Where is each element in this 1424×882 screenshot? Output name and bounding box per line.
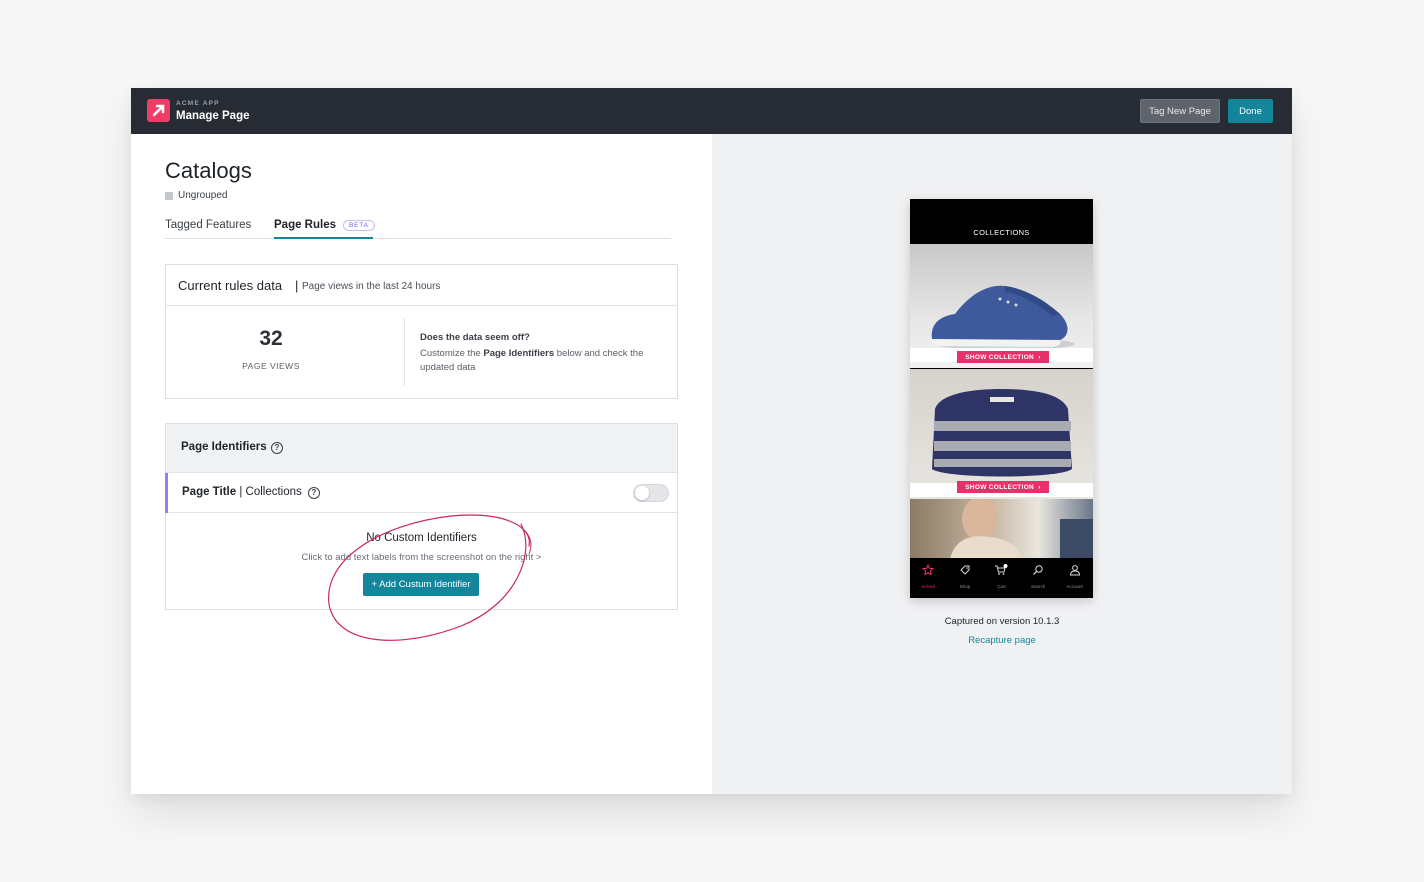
preview-tab-account[interactable]: Account: [1056, 558, 1093, 598]
done-button[interactable]: Done: [1228, 99, 1273, 123]
empty-state-subtitle: Click to add text labels from the screen…: [301, 552, 542, 563]
hint-text: Customize the Page Identifiers below and…: [420, 347, 650, 375]
page-views-value: 32: [259, 327, 283, 350]
rules-card-separator: |: [295, 278, 299, 293]
hint-text-pre: Customize the: [420, 348, 484, 359]
current-rules-card: Current rules data | Page views in the l…: [165, 264, 678, 399]
identifier-row-key: Page Title: [182, 486, 237, 498]
preview-tab-label: Search: [1030, 584, 1046, 589]
group-color-swatch: [165, 191, 173, 200]
identifier-toggle[interactable]: [633, 484, 669, 502]
preview-tab-cart[interactable]: Cart: [983, 558, 1020, 598]
preview-tab-search[interactable]: Search: [1020, 558, 1057, 598]
rules-card-title: Current rules data: [178, 278, 283, 293]
toggle-knob: [635, 486, 649, 500]
page-identifiers-card: Page Identifiers ? Page Title | Collecti…: [165, 423, 678, 610]
collection-tile-shoes[interactable]: SHOW COLLECTION ›: [910, 244, 1093, 368]
row-accent-bar: [165, 473, 168, 513]
collection-tile-apparel[interactable]: [910, 499, 1093, 559]
identifiers-header: Page Identifiers ?: [166, 424, 677, 473]
preview-header-title[interactable]: COLLECTIONS: [910, 228, 1093, 237]
preview-header: COLLECTIONS: [910, 199, 1093, 244]
preview-tab-label: Account: [1066, 584, 1083, 589]
group-label[interactable]: Ungrouped: [165, 190, 227, 201]
preview-tab-shop[interactable]: Shop: [947, 558, 984, 598]
app-title: Manage Page: [176, 110, 250, 122]
app-screenshot-preview[interactable]: COLLECTIONS SHOW COLLECTION › SHOW COLLE…: [910, 199, 1093, 598]
app-eyebrow: ACME APP: [176, 100, 220, 107]
show-collection-button[interactable]: SHOW COLLECTION ›: [957, 481, 1049, 493]
sweater-image: [932, 389, 1072, 477]
preview-tab-label: Cart: [997, 584, 1006, 589]
identifier-row-value: Collections: [245, 486, 302, 498]
preview-tab-label: Shop: [959, 584, 971, 589]
identifier-row-page-title: Page Title | Collections ?: [165, 473, 677, 513]
rules-card-subtitle: Page views in the last 24 hours: [302, 281, 441, 292]
preview-tab-arrived[interactable]: Arrived: [910, 558, 947, 598]
show-collection-button[interactable]: SHOW COLLECTION ›: [957, 351, 1049, 363]
tab-bar: Tagged Features Page Rules BETA: [165, 216, 671, 239]
star-icon: [922, 564, 935, 576]
captured-version-text: Captured on version 10.1.3: [944, 616, 1060, 627]
app-logo-icon: [147, 99, 170, 122]
identifier-row-label: Page Title | Collections: [182, 486, 302, 498]
preview-tab-label: Arrived: [921, 584, 936, 589]
beta-badge: BETA: [343, 220, 375, 231]
add-custom-identifier-button[interactable]: + Add Custum Identifier: [363, 573, 479, 596]
user-icon: [1069, 565, 1080, 576]
show-collection-label: SHOW COLLECTION: [965, 353, 1035, 361]
tab-tagged-features[interactable]: Tagged Features: [165, 219, 251, 231]
page-title: Catalogs: [165, 158, 252, 183]
right-panel: COLLECTIONS SHOW COLLECTION › SHOW COLLE…: [712, 134, 1292, 794]
help-icon[interactable]: ?: [308, 487, 320, 499]
tag-new-page-button[interactable]: Tag New Page: [1140, 99, 1220, 123]
empty-state-title: No Custom Identifiers: [366, 532, 477, 544]
cart-icon: [995, 564, 1008, 575]
hint-text-bold: Page Identifiers: [483, 348, 555, 359]
search-icon: [1033, 565, 1043, 575]
preview-tab-bar: Arrived Shop Cart Search Account: [910, 558, 1093, 598]
model-image: [950, 499, 1093, 559]
recapture-page-link[interactable]: Recapture page: [712, 635, 1292, 646]
left-panel: Catalogs Ungrouped Tagged Features Page …: [131, 134, 712, 794]
top-bar: ACME APP Manage Page Tag New Page Done: [131, 88, 1292, 134]
hint-title: Does the data seem off?: [420, 332, 530, 343]
tab-page-rules[interactable]: Page Rules: [274, 219, 336, 231]
help-icon[interactable]: ?: [271, 442, 283, 454]
stat-divider: [404, 318, 405, 386]
active-tab-indicator: [274, 237, 373, 239]
group-name: Ungrouped: [178, 190, 228, 201]
rules-card-header: Current rules data | Page views in the l…: [166, 265, 677, 306]
collection-tile-sweaters[interactable]: SHOW COLLECTION ›: [910, 369, 1093, 499]
show-collection-label: SHOW COLLECTION: [965, 483, 1035, 491]
tag-icon: [960, 565, 970, 575]
identifiers-title: Page Identifiers: [181, 441, 267, 453]
manage-page-window: ACME APP Manage Page Tag New Page Done C…: [131, 88, 1292, 794]
page-views-label: PAGE VIEWS: [242, 361, 300, 371]
identifier-row-separator: |: [239, 486, 243, 498]
